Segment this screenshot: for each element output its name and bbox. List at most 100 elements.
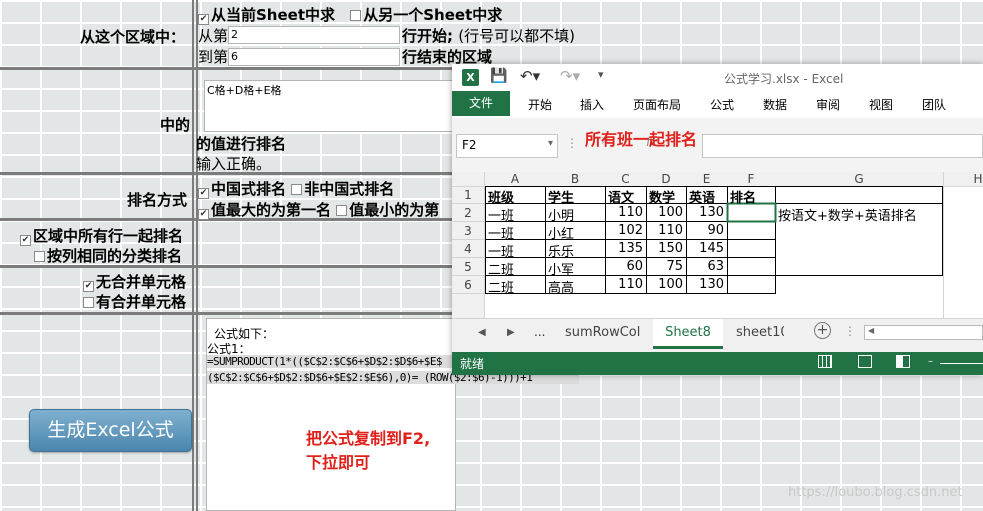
tab-formulas[interactable]: 公式 xyxy=(710,96,734,113)
worksheet-grid[interactable]: A B C D E F G H 1 2 3 4 5 6 班级 学生 语文 数学 … xyxy=(452,172,983,318)
data-cell[interactable]: 小红 xyxy=(548,223,574,242)
normal-view-icon[interactable] xyxy=(818,355,832,368)
save-icon[interactable]: 💾 xyxy=(490,68,507,84)
grid-line xyxy=(196,0,198,511)
tab-data[interactable]: 数据 xyxy=(763,96,787,113)
current-sheet-checkbox[interactable] xyxy=(198,14,209,25)
data-cell[interactable]: 63 xyxy=(686,259,727,274)
col-header[interactable]: H xyxy=(943,172,983,186)
tab-insert[interactable]: 插入 xyxy=(580,96,604,113)
col-header[interactable]: F xyxy=(727,172,775,186)
undo-icon[interactable]: ↶▾ xyxy=(520,67,540,85)
tab-page-layout[interactable]: 页面布局 xyxy=(633,96,681,113)
min-first-checkbox[interactable] xyxy=(336,205,348,216)
data-cell[interactable]: 110 xyxy=(605,277,646,292)
data-cell[interactable]: 110 xyxy=(646,223,686,238)
redo-icon[interactable]: ↷▾ xyxy=(560,67,580,85)
formula-bar-separator: ⋮ xyxy=(566,136,578,150)
zoom-out-icon[interactable]: – xyxy=(928,356,933,367)
name-box[interactable]: F2 ▾ xyxy=(456,134,558,158)
header-cell[interactable]: 语文 xyxy=(608,187,634,206)
sheet-tab-sumrowcol[interactable]: sumRowCol xyxy=(565,325,640,340)
col-header[interactable]: D xyxy=(646,172,686,186)
non-chinese-rank-label: 非中国式排名 xyxy=(304,180,395,198)
col-header[interactable]: A xyxy=(485,172,545,186)
other-sheet-checkbox[interactable] xyxy=(350,10,362,21)
to-row-input[interactable]: 6 xyxy=(228,48,400,66)
header-cell[interactable]: 排名 xyxy=(730,187,756,206)
note-cell[interactable]: 按语文+数学+英语排名 xyxy=(778,205,917,224)
header-cell[interactable]: 数学 xyxy=(649,187,675,206)
data-cell[interactable]: 一班 xyxy=(488,205,514,224)
row-header[interactable]: 1 xyxy=(452,188,484,202)
by-group-checkbox[interactable] xyxy=(34,251,45,262)
tab-splitter-icon[interactable]: ⋮ xyxy=(844,324,856,338)
sheet-tab-sheet8[interactable]: Sheet8 xyxy=(653,319,723,349)
scroll-left-icon[interactable]: ◀ xyxy=(868,326,874,335)
data-cell[interactable]: 102 xyxy=(605,223,646,238)
data-cell[interactable]: 二班 xyxy=(488,259,514,278)
chinese-rank-checkbox[interactable] xyxy=(198,188,209,199)
grid-line xyxy=(192,0,194,511)
next-sheet-icon[interactable]: ▶ xyxy=(507,327,515,338)
data-cell[interactable]: 乐乐 xyxy=(548,241,574,260)
page-layout-view-icon[interactable] xyxy=(858,355,872,368)
data-cell[interactable]: 100 xyxy=(646,205,686,220)
header-cell[interactable]: 学生 xyxy=(548,187,574,206)
more-sheets-icon[interactable]: ... xyxy=(534,325,545,339)
data-cell[interactable]: 130 xyxy=(686,205,727,220)
no-merged-option: 无合并单元格 xyxy=(83,271,186,292)
horizontal-scrollbar[interactable]: ◀ xyxy=(864,325,983,340)
row-header[interactable]: 5 xyxy=(452,260,484,274)
col-header[interactable]: G xyxy=(775,172,943,186)
prev-sheet-icon[interactable]: ◀ xyxy=(478,327,486,338)
name-box-dropdown-icon[interactable]: ▾ xyxy=(548,138,553,149)
row-header[interactable]: 3 xyxy=(452,224,484,238)
row-header[interactable]: 2 xyxy=(452,206,484,220)
customize-toolbar-icon[interactable]: ▾ xyxy=(598,68,604,81)
sheet-tab-sheet10[interactable]: sheet10 xyxy=(736,325,784,340)
tab-team[interactable]: 团队 xyxy=(922,96,946,113)
non-chinese-rank-checkbox[interactable] xyxy=(291,184,303,195)
data-cell[interactable]: 75 xyxy=(646,259,686,274)
data-cell[interactable]: 小明 xyxy=(548,205,574,224)
header-cell[interactable]: 班级 xyxy=(488,187,514,206)
tab-view[interactable]: 视图 xyxy=(869,96,893,113)
data-cell[interactable]: 130 xyxy=(686,277,727,292)
tab-home[interactable]: 开始 xyxy=(528,96,552,113)
data-cell[interactable]: 小军 xyxy=(548,259,574,278)
tab-review[interactable]: 审阅 xyxy=(816,96,840,113)
data-cell[interactable]: 100 xyxy=(646,277,686,292)
data-cell[interactable]: 高高 xyxy=(548,277,574,296)
formula-input[interactable] xyxy=(702,134,983,158)
by-group-label: 按列相同的分类排名 xyxy=(47,247,183,265)
generate-formula-button[interactable]: 生成Excel公式 xyxy=(29,409,192,452)
from-row-input[interactable]: 2 xyxy=(228,26,400,44)
data-cell[interactable]: 一班 xyxy=(488,241,514,260)
all-rows-checkbox[interactable] xyxy=(20,235,31,246)
data-cell[interactable]: 90 xyxy=(686,223,727,238)
current-sheet-label: 从当前Sheet中求 xyxy=(211,6,335,24)
col-header[interactable]: C xyxy=(605,172,646,186)
row-header[interactable]: 6 xyxy=(452,278,484,292)
add-sheet-icon[interactable]: + xyxy=(814,322,831,339)
data-cell[interactable]: 一班 xyxy=(488,223,514,242)
data-cell[interactable]: 145 xyxy=(686,241,727,256)
tab-file[interactable]: 文件 xyxy=(452,91,510,116)
header-cell[interactable]: 英语 xyxy=(689,187,715,206)
col-header[interactable]: B xyxy=(545,172,605,186)
data-cell[interactable]: 110 xyxy=(605,205,646,220)
has-merged-checkbox[interactable] xyxy=(83,297,94,308)
rank-all-classes-annotation: 所有班一起排名 xyxy=(585,130,698,149)
expression-textarea[interactable]: C格+D格+E格 xyxy=(204,80,456,132)
data-cell[interactable]: 二班 xyxy=(488,277,514,296)
col-header[interactable]: E xyxy=(686,172,727,186)
has-merged-option: 有合并单元格 xyxy=(83,291,186,312)
row-header[interactable]: 4 xyxy=(452,242,484,256)
zoom-slider[interactable] xyxy=(940,363,983,364)
max-first-checkbox[interactable] xyxy=(198,209,209,220)
page-break-view-icon[interactable] xyxy=(896,355,910,368)
data-cell[interactable]: 150 xyxy=(646,241,686,256)
data-cell[interactable]: 135 xyxy=(605,241,646,256)
data-cell[interactable]: 60 xyxy=(605,259,646,274)
